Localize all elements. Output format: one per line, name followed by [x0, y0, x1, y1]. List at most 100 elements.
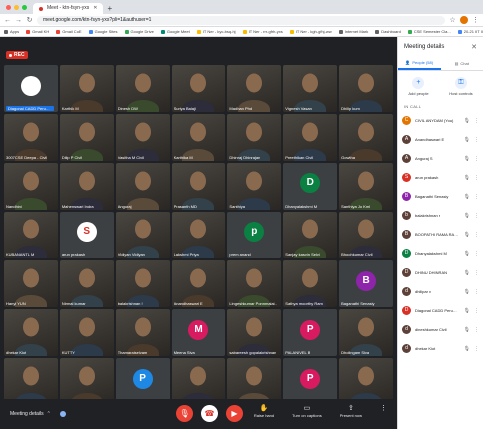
more-vert-icon[interactable]: ⋮: [474, 289, 479, 295]
tab-people[interactable]: 👤 People (58): [398, 57, 441, 70]
more-vert-icon[interactable]: ⋮: [474, 194, 479, 200]
bookmark-item[interactable]: 20-21 IIT II - Cou...: [457, 29, 483, 34]
participant-tile[interactable]: KUTTY: [59, 309, 114, 357]
list-item[interactable]: Sarun prakash 🎙 ⋮: [402, 168, 479, 187]
call-end-icon[interactable]: ☎: [201, 405, 218, 422]
participant-tile[interactable]: Sarun prakash: [59, 211, 114, 259]
list-item[interactable]: d dineshkumar Civil 🎙 ⋮: [402, 320, 479, 339]
participant-tile[interactable]: KUBANANTL M: [4, 211, 58, 259]
shield-icon[interactable]: [59, 411, 66, 417]
participant-tile[interactable]: Mahenswari Indra: [59, 162, 114, 210]
bookmark-item[interactable]: Google Sites: [88, 29, 118, 34]
participant-tile[interactable]: Anguraj: [115, 162, 170, 210]
bookmark-item[interactable]: Apps: [4, 29, 19, 34]
more-vert-icon[interactable]: ⋮: [474, 232, 479, 238]
meeting-details-button[interactable]: Meeting details ⌃: [10, 411, 66, 417]
participant-tile[interactable]: Dholingam Siva: [339, 309, 393, 357]
participant-tile[interactable]: Lingeshkumar Ponnmalai..: [227, 260, 282, 308]
new-tab-icon[interactable]: +: [107, 4, 112, 13]
participant-tile[interactable]: Nandhini: [4, 162, 58, 210]
list-item[interactable]: B Baganathi Senasiy 🎙 ⋮: [402, 187, 479, 206]
participant-tile[interactable]: PPRABHAKARAN CIVIL: [115, 358, 170, 405]
list-item[interactable]: D Dhanyalakshmi M 🎙 ⋮: [402, 244, 479, 263]
participant-tile[interactable]: Anandhaswari E: [171, 260, 226, 308]
list-item[interactable]: b balakrishnan r 🎙 ⋮: [402, 206, 479, 225]
participant-tile[interactable]: 3007CSE Deepa - Civil: [4, 113, 58, 161]
list-item[interactable]: C CIVIL ANYDAM (You) 🎙 ⋮: [402, 111, 479, 130]
participant-tile[interactable]: D Dhanyalakshmi M: [283, 162, 338, 210]
bookmark-item[interactable]: Gmail CoE: [56, 29, 82, 34]
participant-tile[interactable]: Gowtha: [339, 113, 393, 161]
more-vert-icon[interactable]: ⋮: [474, 270, 479, 276]
participant-tile[interactable]: Thamaraiselvam: [115, 309, 170, 357]
browser-menu-icon[interactable]: ⋮: [472, 16, 479, 24]
participant-tile[interactable]: balakrishnan !: [115, 260, 170, 308]
participant-tile[interactable]: Sathya moorthy Ram: [283, 260, 338, 308]
participant-tile[interactable]: Dhilip kum: [339, 65, 393, 112]
raise-hand-button[interactable]: ✋ Raise hand: [254, 404, 274, 418]
participant-tile[interactable]: Lakshmi Priya: [171, 211, 226, 259]
forward-icon[interactable]: →: [15, 17, 22, 24]
tab-close-icon[interactable]: ✕: [93, 3, 97, 14]
mic-off-icon[interactable]: 🎙: [176, 405, 193, 422]
star-icon[interactable]: ☆: [449, 16, 456, 24]
bookmark-item[interactable]: IT Ner - rrr-gfrh-yxs: [242, 29, 283, 34]
more-options-button[interactable]: ⋮: [380, 404, 387, 418]
participant-tile[interactable]: Diagonal CADD Perumbur: [4, 65, 58, 112]
list-item[interactable]: D Diagonal CADD Perumb... 🎙 ⋮: [402, 301, 479, 320]
participant-tile[interactable]: Karthika M: [171, 113, 226, 161]
participant-tile[interactable]: Mathan Kumar: [171, 358, 226, 405]
participant-tile[interactable]: Suriya Balaji: [171, 65, 226, 112]
list-item[interactable]: B BOOPATHI RAMA RAMA... 🎙 ⋮: [402, 225, 479, 244]
participant-tile[interactable]: Vignesh Vasan: [283, 65, 338, 112]
reload-icon[interactable]: ↻: [26, 16, 33, 24]
participant-tile[interactable]: M Meena Siva: [171, 309, 226, 357]
host-controls-button[interactable]: ⚿ Host controls: [449, 77, 473, 96]
videocam-off-icon[interactable]: ▶: [226, 405, 243, 422]
bookmark-item[interactable]: CSE Semester Cla...: [407, 29, 451, 34]
more-vert-icon[interactable]: ⋮: [474, 175, 479, 181]
participant-tile[interactable]: Sanjay kasvin Selvi: [283, 211, 338, 259]
bookmark-item[interactable]: IT Ner - kyc-bsq-hj: [196, 29, 236, 34]
participant-tile[interactable]: Madhan Phd: [227, 65, 282, 112]
participant-tile[interactable]: Santhiya Jo Kml: [339, 162, 393, 210]
more-vert-icon[interactable]: ⋮: [474, 251, 479, 257]
close-icon[interactable]: ✕: [471, 43, 477, 51]
back-icon[interactable]: ←: [4, 17, 11, 24]
participant-tile[interactable]: p prem anand: [227, 211, 282, 259]
captions-button[interactable]: ▭ Turn on captions: [292, 404, 322, 418]
participant-tile[interactable]: PPriyanka E.Civil: [283, 358, 338, 405]
participant-tile[interactable]: Bhoohkumar Civil: [339, 211, 393, 259]
add-people-button[interactable]: + Add people: [408, 77, 429, 96]
participant-tile[interactable]: Nirmal kumar: [59, 260, 114, 308]
participant-tile[interactable]: Preethikan Civil: [283, 113, 338, 161]
more-vert-icon[interactable]: ⋮: [474, 327, 479, 333]
list-item[interactable]: d dhilipar v 🎙 ⋮: [402, 282, 479, 301]
maximize-window-icon[interactable]: [22, 5, 27, 10]
more-vert-icon[interactable]: ⋮: [474, 118, 479, 124]
bookmark-item[interactable]: Dashboard: [375, 29, 401, 34]
participant-tile[interactable]: dhekar Kiot: [4, 309, 58, 357]
list-item[interactable]: D DHINU DHINRAN 🎙 ⋮: [402, 263, 479, 282]
more-vert-icon[interactable]: ⋮: [474, 156, 479, 162]
active-tab[interactable]: Meet - ktn-fsyn-yxs ✕: [33, 3, 104, 14]
participant-tile[interactable]: P PALANIVEL B: [283, 309, 338, 357]
participant-tile[interactable]: Santhiya: [227, 162, 282, 210]
participant-tile[interactable]: Vasitha M Civil: [115, 113, 170, 161]
participant-tile[interactable]: Dinesh DW: [115, 65, 170, 112]
participant-tile[interactable]: sabareesh gopalakrishnan: [227, 309, 282, 357]
minimize-window-icon[interactable]: [14, 5, 19, 10]
list-item[interactable]: A Anguraj S 🎙 ⋮: [402, 149, 479, 168]
more-vert-icon[interactable]: ⋮: [474, 213, 479, 219]
present-now-button[interactable]: ⇪ Present now: [340, 404, 362, 418]
more-vert-icon[interactable]: ⋮: [474, 137, 479, 143]
participant-tile[interactable]: Dhinraj Dhinrajan: [227, 113, 282, 161]
list-item[interactable]: d dhekar Kiot 🎙 ⋮: [402, 339, 479, 358]
bookmark-item[interactable]: Internet Mark: [338, 29, 368, 34]
participant-tile[interactable]: Prasanth MD: [171, 162, 226, 210]
participant-tile[interactable]: Hanyi YUN: [4, 260, 58, 308]
participant-tile[interactable]: vijay kumar: [339, 358, 393, 405]
more-vert-icon[interactable]: ⋮: [474, 308, 479, 314]
participant-tile[interactable]: B Baganathi Senasiy: [339, 260, 393, 308]
bookmark-item[interactable]: Google Meet: [160, 29, 190, 34]
